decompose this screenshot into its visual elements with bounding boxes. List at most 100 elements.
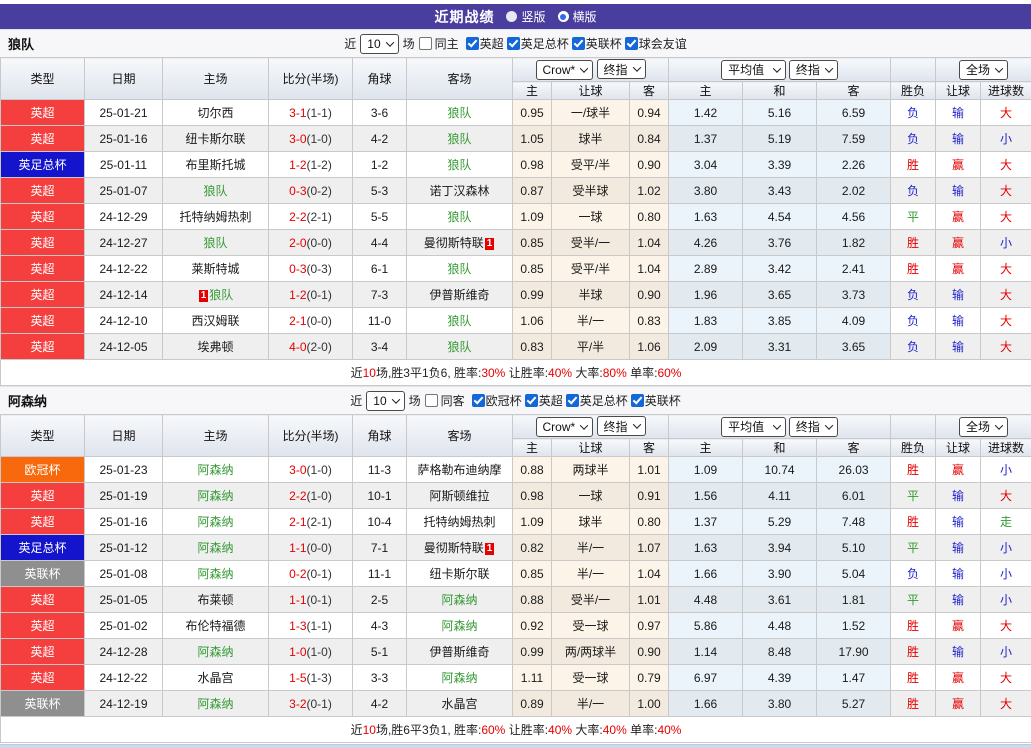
away-team[interactable]: 狼队 <box>407 256 513 282</box>
away-team[interactable]: 托特纳姆热刺 <box>407 509 513 535</box>
home-team[interactable]: 莱斯特城 <box>163 256 269 282</box>
league-checkbox[interactable] <box>631 394 644 407</box>
home-team[interactable]: 狼队 <box>163 230 269 256</box>
avg-away-odds: 2.26 <box>817 152 891 178</box>
home-team[interactable]: 阿森纳 <box>163 691 269 717</box>
home-team[interactable]: 布伦特福德 <box>163 613 269 639</box>
away-team[interactable]: 阿斯顿维拉 <box>407 483 513 509</box>
bookmaker-select[interactable]: Crow* <box>536 417 594 437</box>
home-team[interactable]: 纽卡斯尔联 <box>163 126 269 152</box>
radio-selected-icon[interactable] <box>558 11 569 22</box>
away-team[interactable]: 狼队 <box>407 204 513 230</box>
away-team[interactable]: 曼彻斯特联1 <box>407 230 513 256</box>
match-type-badge: 欧冠杯 <box>1 457 85 483</box>
league-label: 英超 <box>480 35 504 52</box>
result-outcome: 平 <box>891 587 936 613</box>
league-filter[interactable]: 英足总杯 <box>507 35 569 52</box>
home-team[interactable]: 切尔西 <box>163 100 269 126</box>
home-team[interactable]: 狼队 <box>163 178 269 204</box>
away-team[interactable]: 伊普斯维奇 <box>407 639 513 665</box>
away-team[interactable]: 狼队 <box>407 308 513 334</box>
crow-handicap: 两/两球半 <box>552 639 630 665</box>
same-venue-filter[interactable]: 同主 <box>419 35 459 52</box>
away-team[interactable]: 伊普斯维奇 <box>407 282 513 308</box>
crow-away-odds: 0.90 <box>630 152 669 178</box>
result-goals: 大 <box>981 152 1031 178</box>
league-checkbox[interactable] <box>466 37 479 50</box>
bookmaker-select[interactable]: Crow* <box>536 60 594 80</box>
home-team[interactable]: 阿森纳 <box>163 457 269 483</box>
away-team[interactable]: 曼彻斯特联1 <box>407 535 513 561</box>
league-filter[interactable]: 英联杯 <box>572 35 622 52</box>
radio-vertical-layout[interactable]: 竖版 <box>506 8 545 25</box>
away-team[interactable]: 诺丁汉森林 <box>407 178 513 204</box>
column-header-score: 比分(半场) <box>269 415 353 457</box>
section-header: 阿森纳 近 10 场 同客 欧冠杯英超英足总杯英联杯 <box>0 386 1031 414</box>
away-team[interactable]: 狼队 <box>407 100 513 126</box>
league-checkbox[interactable] <box>525 394 538 407</box>
home-team[interactable]: 1狼队 <box>163 282 269 308</box>
games-count-select[interactable]: 10 <box>360 34 398 54</box>
league-checkbox[interactable] <box>625 37 638 50</box>
odds-time-select[interactable]: 终指 <box>597 59 646 79</box>
home-team[interactable]: 阿森纳 <box>163 483 269 509</box>
subheader-goals-result: 进球数 <box>981 439 1031 457</box>
home-team[interactable]: 布莱顿 <box>163 587 269 613</box>
league-filter[interactable]: 英足总杯 <box>566 392 628 409</box>
home-team[interactable]: 布里斯托城 <box>163 152 269 178</box>
average-time-select[interactable]: 终指 <box>789 60 838 80</box>
match-row: 英超24-12-22水晶宫1-5(1-3)3-3阿森纳1.11受一球0.796.… <box>1 665 1031 691</box>
home-team[interactable]: 阿森纳 <box>163 639 269 665</box>
league-checkbox[interactable] <box>572 37 585 50</box>
score-cell: 3-1(1-1) <box>269 100 353 126</box>
average-select[interactable]: 平均值 <box>721 60 785 80</box>
league-filter[interactable]: 英超 <box>525 392 563 409</box>
crow-home-odds: 0.98 <box>513 152 552 178</box>
same-venue-checkbox[interactable] <box>419 37 432 50</box>
away-team[interactable]: 狼队 <box>407 126 513 152</box>
home-team[interactable]: 阿森纳 <box>163 561 269 587</box>
away-team[interactable]: 阿森纳 <box>407 613 513 639</box>
scope-select[interactable]: 全场 <box>959 417 1008 437</box>
home-team[interactable]: 阿森纳 <box>163 535 269 561</box>
radio-vertical-label: 竖版 <box>521 8 545 25</box>
away-team[interactable]: 狼队 <box>407 152 513 178</box>
home-team[interactable]: 水晶宫 <box>163 665 269 691</box>
away-team[interactable]: 水晶宫 <box>407 691 513 717</box>
corner-score: 10-1 <box>353 483 407 509</box>
match-type-badge: 英超 <box>1 126 85 152</box>
away-team[interactable]: 阿森纳 <box>407 665 513 691</box>
average-select[interactable]: 平均值 <box>721 417 785 437</box>
odds-time-select[interactable]: 终指 <box>597 416 646 436</box>
avg-home-odds: 2.89 <box>669 256 743 282</box>
league-filter[interactable]: 欧冠杯 <box>472 392 522 409</box>
away-team[interactable]: 阿森纳 <box>407 587 513 613</box>
league-filter[interactable]: 英联杯 <box>631 392 681 409</box>
league-checkbox[interactable] <box>507 37 520 50</box>
league-filter[interactable]: 球会友谊 <box>625 35 687 52</box>
away-team[interactable]: 狼队 <box>407 334 513 360</box>
radio-horizontal-layout[interactable]: 横版 <box>558 8 597 25</box>
away-team[interactable]: 纽卡斯尔联 <box>407 561 513 587</box>
result-outcome: 负 <box>891 561 936 587</box>
corner-score: 3-6 <box>353 100 407 126</box>
scope-select[interactable]: 全场 <box>959 60 1008 80</box>
home-team[interactable]: 阿森纳 <box>163 509 269 535</box>
home-team[interactable]: 埃弗顿 <box>163 334 269 360</box>
corner-score: 4-2 <box>353 691 407 717</box>
home-team[interactable]: 托特纳姆热刺 <box>163 204 269 230</box>
games-count-select[interactable]: 10 <box>366 391 404 411</box>
average-time-select[interactable]: 终指 <box>789 417 838 437</box>
league-filters: 英超英足总杯英联杯球会友谊 <box>463 35 687 52</box>
radio-icon[interactable] <box>506 11 517 22</box>
crow-away-odds: 0.84 <box>630 126 669 152</box>
same-venue-filter[interactable]: 同客 <box>425 392 465 409</box>
league-checkbox[interactable] <box>472 394 485 407</box>
home-team[interactable]: 西汉姆联 <box>163 308 269 334</box>
away-team[interactable]: 萨格勒布迪纳摩 <box>407 457 513 483</box>
match-type-badge: 英联杯 <box>1 691 85 717</box>
league-checkbox[interactable] <box>566 394 579 407</box>
league-filter[interactable]: 英超 <box>466 35 504 52</box>
same-venue-checkbox[interactable] <box>425 394 438 407</box>
result-outcome: 胜 <box>891 509 936 535</box>
